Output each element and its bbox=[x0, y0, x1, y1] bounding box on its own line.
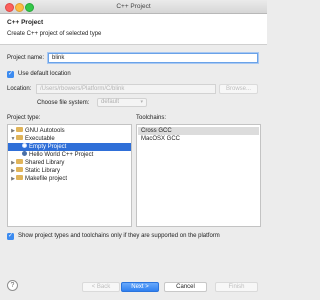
use-default-location-checkbox[interactable]: ✓ bbox=[7, 71, 14, 78]
file-system-value: default bbox=[101, 99, 120, 105]
location-input[interactable]: /Users/rbowers/Platform/C/blink bbox=[36, 84, 216, 94]
file-system-label: Choose file system: bbox=[37, 100, 90, 106]
toolchain-item-macosx-gcc[interactable]: MacOSX GCC bbox=[138, 135, 259, 143]
project-name-label: Project name: bbox=[7, 55, 45, 61]
next-button[interactable]: Next > bbox=[121, 282, 159, 292]
tree-item-makefile-project[interactable]: ▶ Makefile project bbox=[8, 174, 131, 183]
toolchain-item-cross-gcc[interactable]: Cross GCC bbox=[138, 127, 259, 135]
tree-item-hello-world-cpp-project[interactable]: Hello World C++ Project bbox=[8, 150, 131, 159]
project-name-input[interactable]: blink bbox=[48, 53, 258, 63]
browse-button[interactable]: Browse... bbox=[219, 84, 258, 94]
folder-icon bbox=[16, 134, 23, 140]
help-icon: ? bbox=[10, 282, 15, 289]
location-label: Location: bbox=[7, 86, 32, 92]
tree-item-label: Hello World C++ Project bbox=[29, 152, 94, 158]
folder-icon bbox=[16, 126, 23, 132]
tree-item-label: GNU Autotools bbox=[25, 128, 65, 134]
tree-item-label: Shared Library bbox=[25, 160, 65, 166]
folder-icon bbox=[16, 158, 23, 164]
finish-button[interactable]: Finish bbox=[215, 282, 258, 292]
project-template-icon bbox=[22, 150, 27, 156]
tree-item-label: Static Library bbox=[25, 168, 61, 174]
wizard-description: Create C++ project of selected type bbox=[7, 31, 102, 37]
back-button[interactable]: < Back bbox=[82, 282, 120, 292]
project-template-icon bbox=[22, 142, 27, 148]
show-supported-only-label: Show project types and toolchains only i… bbox=[18, 233, 220, 239]
project-type-tree[interactable]: ▶ GNU Autotools ▼ Executable Empty Project… bbox=[7, 124, 132, 227]
tree-item-shared-library[interactable]: ▶ Shared Library bbox=[8, 158, 131, 167]
tree-item-empty-project[interactable]: Empty Project bbox=[8, 142, 131, 151]
folder-icon bbox=[16, 174, 23, 180]
tree-item-gnu-autotools[interactable]: ▶ GNU Autotools bbox=[8, 126, 131, 135]
wizard-header: C++ Project Create C++ project of select… bbox=[0, 14, 267, 45]
window-title: C++ Project bbox=[116, 3, 151, 10]
chevron-down-icon: ▾ bbox=[140, 99, 143, 105]
tree-item-label: Executable bbox=[25, 136, 55, 142]
tree-item-static-library[interactable]: ▶ Static Library bbox=[8, 166, 131, 175]
use-default-location-label: Use default location bbox=[18, 71, 71, 77]
toolchains-label: Toolchains: bbox=[136, 115, 167, 121]
project-type-label: Project type: bbox=[7, 115, 41, 121]
tree-item-label: Empty Project bbox=[29, 144, 67, 150]
folder-icon bbox=[16, 166, 23, 172]
tree-item-label: Makefile project bbox=[25, 176, 68, 182]
show-supported-only-checkbox[interactable]: ✓ bbox=[7, 233, 14, 240]
tree-item-executable[interactable]: ▼ Executable bbox=[8, 134, 131, 143]
wizard-title: C++ Project bbox=[7, 19, 44, 26]
cancel-button[interactable]: Cancel bbox=[164, 282, 207, 292]
help-button[interactable]: ? bbox=[7, 280, 18, 291]
toolchains-list[interactable]: Cross GCC MacOSX GCC bbox=[136, 124, 261, 227]
window-titlebar: C++ Project bbox=[0, 0, 267, 14]
file-system-select[interactable]: default ▾ bbox=[97, 98, 147, 107]
